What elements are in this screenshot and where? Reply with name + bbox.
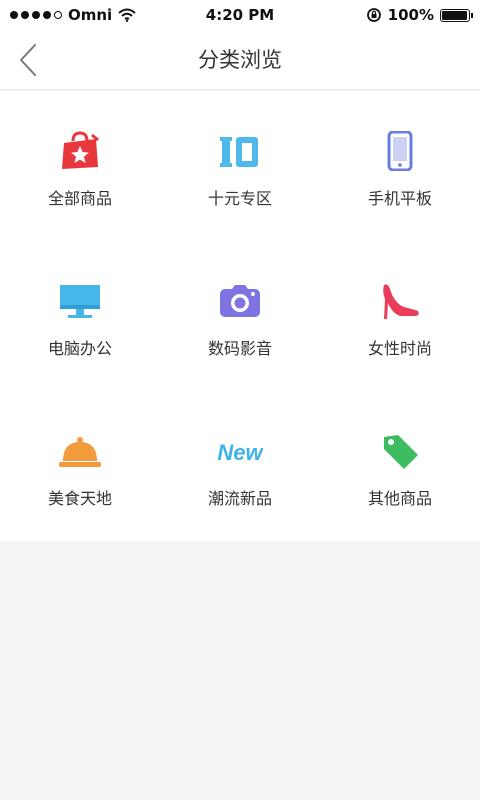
category-trend-new[interactable]: New 潮流新品 <box>160 391 320 541</box>
signal-strength-icon <box>10 11 62 19</box>
status-right: 100% <box>366 6 473 24</box>
category-label: 数码影音 <box>207 339 272 358</box>
category-computer-office[interactable]: 电脑办公 <box>0 241 160 391</box>
category-label: 全部商品 <box>47 189 112 208</box>
battery-percent: 100% <box>387 6 434 24</box>
nav-bar: 分类浏览 <box>0 30 480 90</box>
category-label: 电脑办公 <box>47 339 112 358</box>
category-all-products[interactable]: 全部商品 <box>0 91 160 241</box>
food-cloche-icon <box>56 431 104 471</box>
svg-text:New: New <box>217 440 263 465</box>
category-phone-tablet[interactable]: 手机平板 <box>320 91 480 241</box>
category-ten-yuan[interactable]: 十元专区 <box>160 91 320 241</box>
high-heel-icon <box>376 281 424 321</box>
category-women-fashion[interactable]: 女性时尚 <box>320 241 480 391</box>
phone-icon <box>376 131 424 171</box>
empty-content-area <box>0 541 480 800</box>
category-other[interactable]: 其他商品 <box>320 391 480 541</box>
monitor-icon <box>56 281 104 321</box>
rotation-lock-icon <box>366 8 381 22</box>
category-label: 手机平板 <box>367 189 432 208</box>
page-title: 分类浏览 <box>198 48 282 72</box>
category-digital-av[interactable]: 数码影音 <box>160 241 320 391</box>
price-tag-icon <box>376 431 424 471</box>
category-label: 十元专区 <box>207 189 272 208</box>
status-bar: Omni 4:20 PM 100% <box>0 0 480 30</box>
camera-icon <box>216 281 264 321</box>
carrier-name: Omni <box>68 6 113 24</box>
category-label: 其他商品 <box>367 489 432 508</box>
wifi-icon <box>118 8 136 22</box>
category-food[interactable]: 美食天地 <box>0 391 160 541</box>
shopping-bag-star-icon <box>56 131 104 171</box>
new-badge-icon: New <box>216 431 264 471</box>
status-left: Omni <box>10 6 136 24</box>
category-grid: 全部商品 十元专区 手机平板 电脑办公 数码影音 女性时尚 美食天地 New 潮… <box>0 91 480 541</box>
category-label: 美食天地 <box>47 489 112 508</box>
category-label: 女性时尚 <box>367 339 432 358</box>
ten-number-icon <box>216 131 264 171</box>
category-label: 潮流新品 <box>207 489 272 508</box>
battery-icon <box>440 8 473 22</box>
